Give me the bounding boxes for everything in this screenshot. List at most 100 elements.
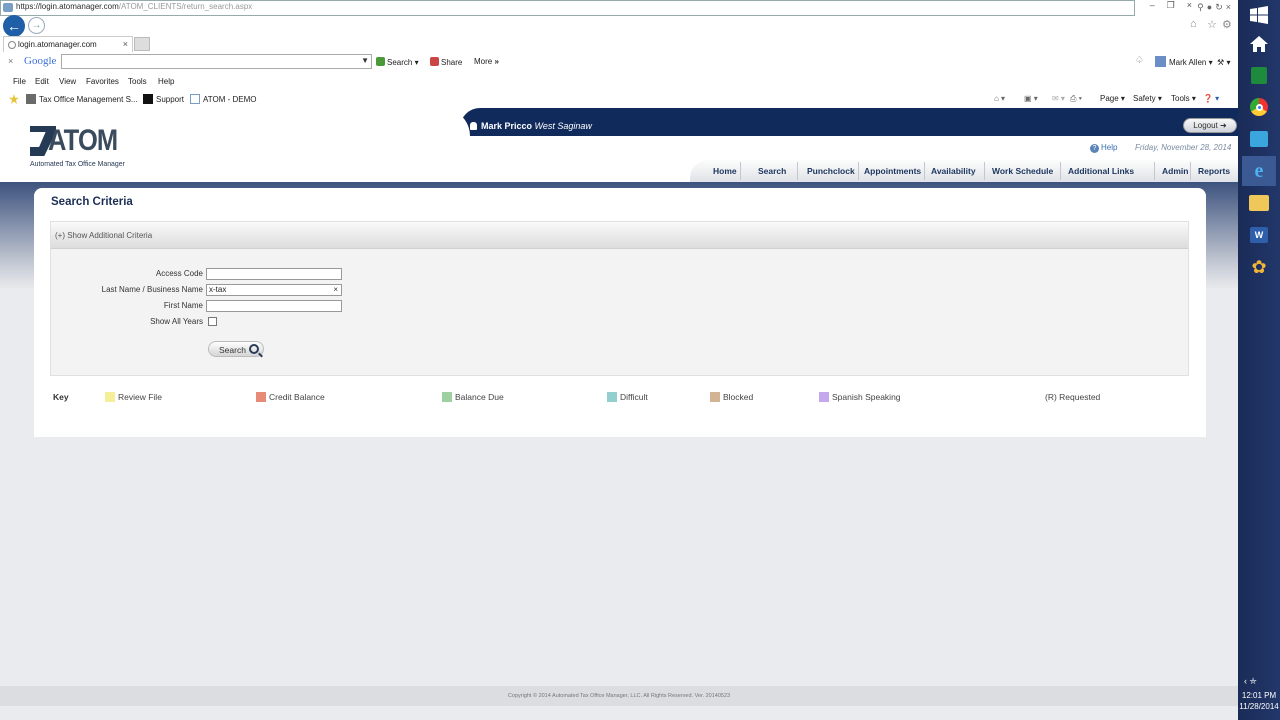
legend-item: Spanish Speaking [819, 392, 901, 402]
restore-button[interactable]: ❐ [1167, 0, 1175, 11]
file-explorer-icon[interactable] [1246, 190, 1272, 216]
logo-word: ATOM [48, 124, 118, 157]
forward-button[interactable]: → [28, 17, 45, 34]
additional-criteria-toggle[interactable]: (+) Show Additional Criteria [51, 222, 1188, 249]
logout-button[interactable]: Logout ➜ [1183, 118, 1237, 133]
menu-file[interactable]: File [13, 77, 26, 86]
avatar [1155, 56, 1166, 67]
print-icon[interactable]: ⎙ ▾ [1070, 94, 1082, 104]
nav-reports[interactable]: Reports [1198, 166, 1230, 176]
atom-logo[interactable]: ATOM Automated Tax Office Manager [30, 124, 130, 170]
gear-icon[interactable]: ⚙ [1222, 18, 1232, 31]
chrome-icon[interactable] [1246, 94, 1272, 120]
show-all-years-checkbox[interactable] [208, 317, 217, 326]
tab-close-icon[interactable]: × [123, 39, 128, 49]
wrench-icon[interactable]: ⚒ [1217, 58, 1224, 67]
refresh-icon[interactable]: ↻ [1215, 2, 1226, 12]
google-user-menu[interactable]: Mark Allen ▾ ⚒ ▾ [1155, 56, 1230, 67]
nav-appointments[interactable]: Appointments [864, 166, 921, 176]
google-search-button[interactable]: Search ▾ [376, 57, 419, 67]
first-name-input[interactable] [206, 300, 342, 312]
search-button-label: Search [219, 345, 246, 355]
favorites-add-icon[interactable] [9, 94, 22, 104]
back-button[interactable]: ← [3, 15, 25, 37]
menu-favorites[interactable]: Favorites [86, 77, 119, 86]
logo-tagline: Automated Tax Office Manager [30, 159, 125, 168]
mail-icon[interactable]: ✉ ▾ [1052, 94, 1065, 103]
internet-explorer-icon[interactable]: e [1242, 156, 1276, 186]
chevron-down-icon[interactable]: ▼ [361, 56, 369, 65]
favorites-star-icon[interactable]: ☆ [1207, 18, 1217, 31]
more-button[interactable]: More » [474, 57, 499, 66]
first-name-label: First Name [163, 301, 203, 310]
current-user: Mark Pricco West Saginaw [470, 121, 592, 131]
tab-active[interactable]: login.atomanager.com × [3, 36, 133, 52]
google-logo: Google [24, 55, 57, 67]
favorite-link-tax-office[interactable]: Tax Office Management S... [26, 94, 138, 104]
person-icon [470, 122, 477, 130]
safety-menu[interactable]: Safety ▾ [1133, 94, 1162, 103]
user-name: Mark Pricco [481, 121, 533, 131]
clear-icon[interactable]: × [333, 285, 338, 295]
nav-availability[interactable]: Availability [931, 166, 976, 176]
new-tab-button[interactable] [134, 37, 150, 51]
google-search-icon [376, 57, 385, 66]
nav-additional-links[interactable]: Additional Links [1068, 166, 1134, 176]
app-flower-icon[interactable]: ✿ [1246, 254, 1272, 280]
footer-copyright: Copyright © 2014 Automated Tax Office Ma… [0, 686, 1238, 706]
minimize-button[interactable]: – [1150, 0, 1155, 11]
additional-criteria-label: (+) Show Additional Criteria [55, 231, 153, 240]
menu-edit[interactable]: Edit [35, 77, 49, 86]
outlook-icon[interactable] [1246, 126, 1272, 152]
menu-help[interactable]: Help [158, 77, 174, 86]
search-criteria-box: (+) Show Additional Criteria Access Code… [50, 221, 1189, 376]
share-label: Share [441, 58, 463, 67]
nav-admin[interactable]: Admin [1162, 166, 1188, 176]
header-date: Friday, November 28, 2014 [1135, 143, 1232, 152]
excel-icon[interactable] [1246, 62, 1272, 88]
home-icon[interactable]: ⌂ [1190, 18, 1197, 30]
legend-title: Key [53, 392, 69, 402]
help-link[interactable]: ? Help [1090, 143, 1117, 153]
menu-tools[interactable]: Tools [128, 77, 147, 86]
clock-time: 12:01 PM [1241, 691, 1277, 700]
help-icon[interactable]: ❓ ▾ [1203, 94, 1219, 103]
home-command-icon[interactable]: ⌂ ▾ [994, 94, 1005, 103]
favorite-link-atom-demo[interactable]: ATOM - DEMO [190, 94, 256, 104]
last-name-input[interactable]: x-tax × [206, 284, 342, 296]
favorite-link-support[interactable]: Support [143, 94, 184, 104]
word-icon[interactable]: W [1246, 222, 1272, 248]
taskbar-clock[interactable]: 12:01 PM 11/28/2014 [1238, 690, 1280, 712]
access-code-input[interactable] [206, 268, 342, 280]
legend-row: Key Review File Credit Balance Balance D… [34, 390, 1206, 404]
tray-icons[interactable]: ‹ ⛤ [1244, 676, 1257, 687]
nav-search[interactable]: Search [758, 166, 786, 176]
legend-label: Difficult [620, 392, 648, 402]
legend-item: Difficult [607, 392, 648, 402]
site-icon [143, 94, 153, 104]
share-button[interactable]: Share [430, 57, 462, 67]
more-label: More [474, 57, 493, 66]
legend-item: Blocked [710, 392, 753, 402]
page-menu[interactable]: Page ▾ [1100, 94, 1125, 103]
search-button[interactable]: Search [208, 341, 264, 357]
menu-view[interactable]: View [59, 77, 76, 86]
nav-home[interactable]: Home [713, 166, 737, 176]
logout-label: Logout [1193, 121, 1218, 130]
nav-punchclock[interactable]: Punchclock [807, 166, 855, 176]
close-toolbar-icon[interactable]: × [8, 56, 13, 66]
stop-icon[interactable]: × [1226, 2, 1234, 12]
tools-menu[interactable]: Tools ▾ [1171, 94, 1196, 103]
search-icon[interactable]: ⚲ [1197, 2, 1207, 12]
home-icon[interactable] [1246, 31, 1272, 57]
swatch-credit-balance [256, 392, 266, 402]
user-office: West Saginaw [534, 121, 592, 131]
google-search-input[interactable]: ▼ [61, 54, 372, 69]
feeds-icon[interactable]: ▣ ▾ [1024, 94, 1038, 103]
windows-start-icon[interactable] [1246, 2, 1272, 28]
close-window-button[interactable]: × [1187, 0, 1192, 11]
nav-work-schedule[interactable]: Work Schedule [992, 166, 1053, 176]
address-bar[interactable]: https://login.atomanager.com/ATOM_CLIENT… [0, 0, 1231, 16]
address-tools[interactable]: ⚲●↻× [1197, 2, 1234, 13]
bell-icon[interactable]: ♤ [1135, 55, 1144, 66]
